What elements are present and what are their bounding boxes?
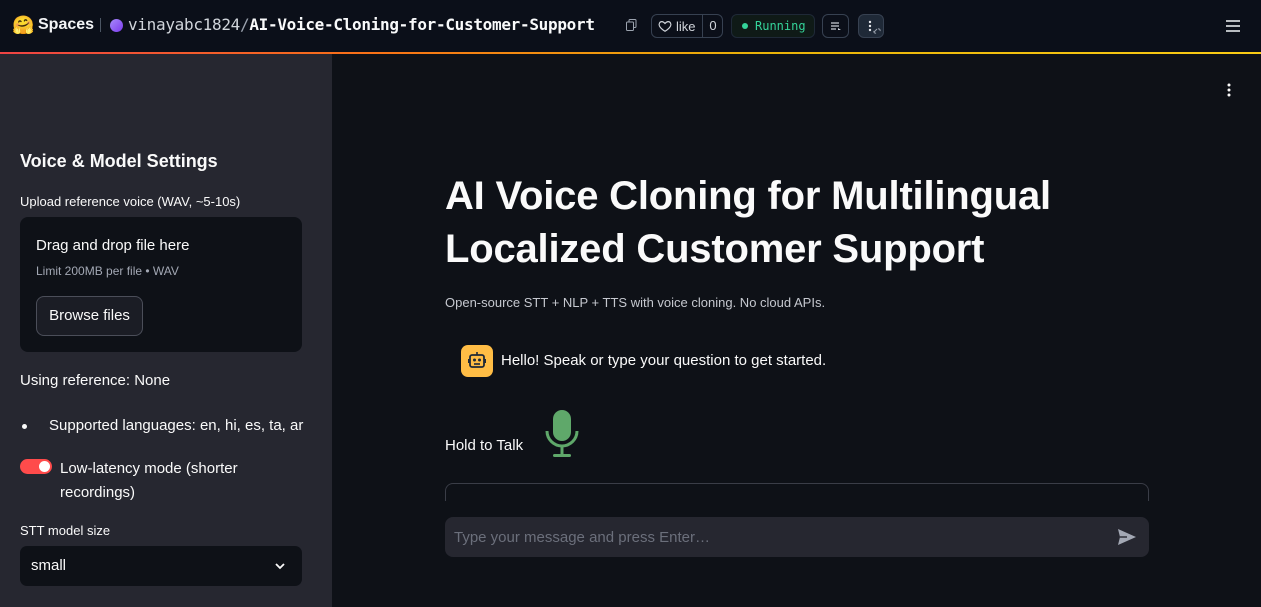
status-text: Running [755, 19, 806, 33]
more-vertical-icon [868, 20, 881, 34]
owner-avatar[interactable] [110, 19, 123, 32]
sidebar: Voice & Model Settings Upload reference … [0, 54, 332, 607]
repo-name-link[interactable]: AI-Voice-Cloning-for-Customer-Support [249, 15, 595, 34]
low-latency-label[interactable]: Low-latency mode (shorter recordings) [60, 457, 310, 505]
logs-icon [830, 22, 841, 30]
owner-link[interactable]: vinayabc1824 [128, 15, 240, 34]
top-navigation-bar: 🤗 Spaces vinayabc1824/AI-Voice-Cloning-f… [0, 0, 1261, 53]
like-label: like [676, 18, 696, 34]
copy-icon[interactable] [626, 19, 637, 31]
bullet-icon [22, 424, 27, 429]
audio-output-panel [445, 483, 1149, 501]
send-icon[interactable] [1117, 528, 1137, 546]
robot-icon [468, 352, 486, 368]
chevron-down-icon [275, 563, 285, 570]
page-subtitle: Open-source STT + NLP + TTS with voice c… [445, 295, 826, 310]
page-title: AI Voice Cloning for Multilingual Locali… [445, 174, 1051, 271]
chat-input-container [445, 517, 1149, 557]
heart-icon [658, 21, 672, 32]
like-count: 0 [702, 15, 723, 37]
chat-input[interactable] [445, 517, 1105, 557]
status-badge: Running [731, 14, 815, 38]
spaces-link[interactable]: Spaces [38, 16, 94, 34]
file-dropzone[interactable]: Drag and drop file here Limit 200MB per … [20, 217, 302, 352]
assistant-avatar [461, 345, 493, 377]
hugging-face-logo-icon[interactable]: 🤗 [12, 15, 34, 35]
dropzone-title: Drag and drop file here [36, 237, 190, 254]
logs-button[interactable] [822, 14, 849, 38]
breadcrumb-separator: / [240, 15, 250, 34]
like-button[interactable]: like 0 [651, 14, 723, 38]
stt-model-label: STT model size [20, 523, 111, 538]
stt-model-select[interactable]: small [20, 546, 302, 586]
upload-label: Upload reference voice (WAV, ~5-10s) [20, 194, 241, 209]
toggle-knob [39, 461, 50, 472]
supported-languages: Supported languages: en, hi, es, ta, ar [49, 417, 304, 434]
hold-to-talk-label: Hold to Talk [445, 437, 524, 454]
using-reference-text: Using reference: None [20, 372, 171, 389]
hamburger-menu-icon[interactable] [1224, 18, 1242, 34]
microphone-icon[interactable] [544, 409, 580, 459]
sidebar-title: Voice & Model Settings [20, 151, 218, 171]
dropzone-limit: Limit 200MB per file • WAV [36, 264, 179, 278]
stt-model-value: small [31, 557, 67, 574]
divider [100, 18, 101, 32]
kebab-menu-icon[interactable] [1225, 82, 1233, 98]
repo-breadcrumb: vinayabc1824/AI-Voice-Cloning-for-Custom… [128, 15, 595, 34]
low-latency-toggle[interactable] [20, 459, 52, 474]
more-options-button[interactable] [858, 14, 884, 38]
browse-files-button[interactable]: Browse files [36, 296, 143, 336]
status-dot-icon [742, 23, 748, 29]
assistant-message: Hello! Speak or type your question to ge… [501, 352, 827, 369]
